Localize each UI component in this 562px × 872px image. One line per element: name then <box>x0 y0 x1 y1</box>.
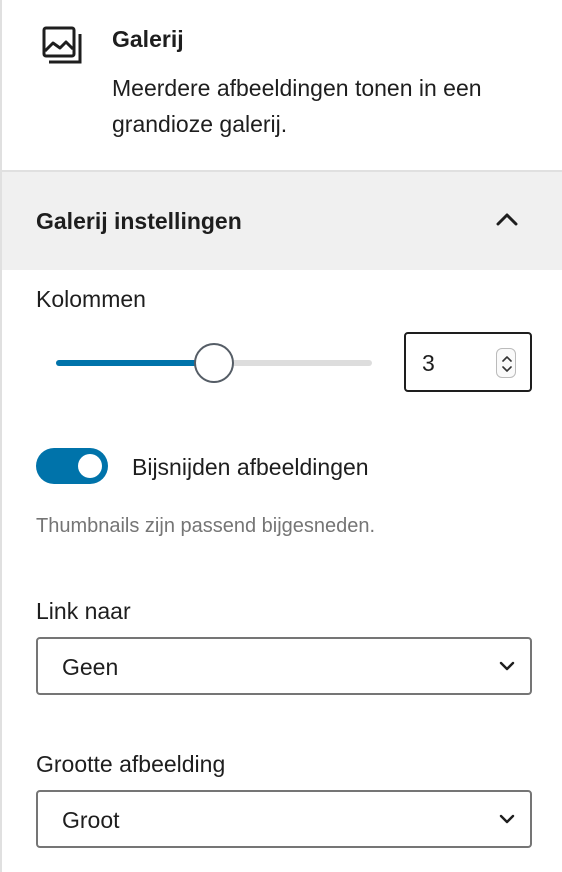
link-to-value: Geen <box>62 654 119 680</box>
block-title: Galerij <box>112 26 184 52</box>
panel-title: Galerij instellingen <box>36 208 242 234</box>
gallery-icon <box>42 26 82 66</box>
chevron-down-icon <box>498 657 516 675</box>
block-description: Meerdere afbeeldingen tonen in een grand… <box>112 75 482 137</box>
image-size-value: Groot <box>62 807 120 833</box>
spinner-icon[interactable] <box>496 348 516 378</box>
block-inspector-panel: Galerij Meerdere afbeeldingen tonen in e… <box>0 0 562 872</box>
image-size-label: Grootte afbeelding <box>36 751 226 777</box>
link-to-label: Link naar <box>36 598 131 624</box>
columns-label: Kolommen <box>36 286 146 312</box>
chevron-up-icon <box>492 208 522 232</box>
image-size-select[interactable]: Groot <box>36 790 532 848</box>
chevron-down-icon <box>498 810 516 828</box>
columns-slider-fill <box>56 360 214 366</box>
crop-images-toggle[interactable] <box>36 448 108 484</box>
columns-number-input[interactable]: 3 <box>404 332 532 392</box>
columns-slider-thumb[interactable] <box>194 343 234 383</box>
crop-images-help: Thumbnails zijn passend bijgesneden. <box>36 515 376 537</box>
block-card: Galerij Meerdere afbeeldingen tonen in e… <box>2 0 562 172</box>
columns-number-value: 3 <box>422 350 435 376</box>
link-to-select[interactable]: Geen <box>36 637 532 695</box>
crop-images-label: Bijsnijden afbeeldingen <box>132 454 369 480</box>
panel-header-gallery-settings[interactable]: Galerij instellingen <box>2 172 562 270</box>
toggle-knob <box>78 454 102 478</box>
